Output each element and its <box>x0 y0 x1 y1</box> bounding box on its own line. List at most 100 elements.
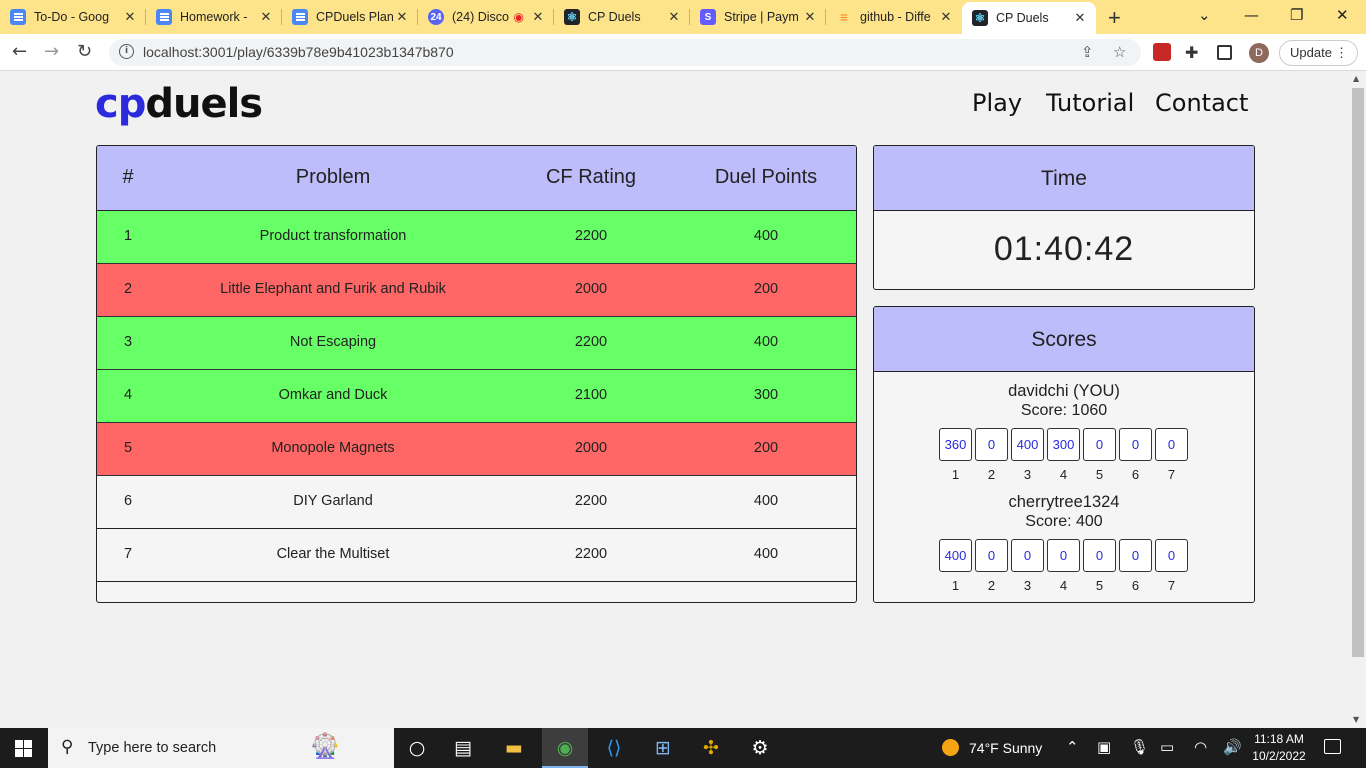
discord-icon: 24 <box>428 9 444 25</box>
table-row[interactable]: 3 Not Escaping 2200 400 <box>97 317 856 370</box>
widgets-icon[interactable]: ▤ <box>440 728 486 768</box>
chrome-icon[interactable]: ◉ <box>542 728 588 768</box>
table-row[interactable]: 1 Product transformation 2200 400 <box>97 211 856 264</box>
microphone-icon[interactable]: 🎙 <box>1130 738 1149 756</box>
back-icon[interactable]: ← <box>12 41 27 62</box>
problem-name[interactable]: Little Elephant and Furik and Rubik <box>183 281 483 297</box>
address-bar[interactable]: i localhost:3001/play/6339b78e9b41023b13… <box>109 39 1141 66</box>
forward-icon[interactable]: → <box>44 41 59 62</box>
tab-discord[interactable]: 24 (24) Disco ◉ ✕ <box>428 2 546 32</box>
table-row[interactable]: 5 Monopole Magnets 2000 200 <box>97 423 856 476</box>
minimize-button[interactable]: — <box>1244 6 1259 24</box>
problem-name[interactable]: Product transformation <box>183 228 483 244</box>
problem-rating: 2200 <box>574 546 608 562</box>
tab-homework[interactable]: Homework - ✕ <box>156 2 274 32</box>
table-row[interactable]: 4 Omkar and Duck 2100 300 <box>97 370 856 423</box>
vscode-icon[interactable]: ⟨⟩ <box>591 728 637 768</box>
tab-title: CP Duels <box>588 10 641 24</box>
logo-duels: duels <box>145 81 263 127</box>
close-icon[interactable]: ✕ <box>1072 10 1088 26</box>
close-icon[interactable]: ✕ <box>802 9 818 25</box>
chevron-up-icon[interactable]: ⌃ <box>1066 738 1079 756</box>
problem-score-box: 0 <box>1155 539 1188 572</box>
network-app-icon[interactable]: ⊞ <box>640 728 686 768</box>
tab-stripe[interactable]: S Stripe | Paym ✕ <box>700 2 818 32</box>
battery-icon[interactable]: ▭ <box>1160 738 1174 756</box>
task-view-icon[interactable]: ○ <box>394 728 440 768</box>
update-label: Update <box>1290 45 1332 60</box>
tab-cpduels[interactable]: ⚛ CP Duels ✕ <box>564 2 682 32</box>
search-icon: ⚲ <box>61 737 74 757</box>
player-name: cherrytree1324 <box>1008 493 1120 511</box>
wifi-icon[interactable]: ◠ <box>1194 738 1207 756</box>
slack-icon[interactable]: ✣ <box>688 728 734 768</box>
scroll-up-icon[interactable]: ▲ <box>1353 74 1359 83</box>
site-logo[interactable]: cpduels <box>95 80 263 128</box>
table-row[interactable]: 7 Clear the Multiset 2200 400 <box>97 529 856 582</box>
tab-title: CP Duels <box>996 11 1049 25</box>
meet-now-icon[interactable]: ▣ <box>1097 738 1111 756</box>
problem-score-box: 0 <box>1083 539 1116 572</box>
table-row[interactable]: 6 DIY Garland 2200 400 <box>97 476 856 529</box>
chevron-down-icon[interactable]: ⌄ <box>1198 6 1211 24</box>
tab-cpduels-plan[interactable]: CPDuels Plan ✕ <box>292 2 410 32</box>
search-highlight-icon: 🎡 <box>310 732 340 760</box>
scrollbar-thumb[interactable] <box>1352 88 1364 657</box>
new-tab-button[interactable]: + <box>1108 5 1121 31</box>
share-icon[interactable]: ⇪ <box>1081 43 1094 61</box>
file-explorer-icon[interactable]: ▬ <box>491 728 537 768</box>
scroll-down-icon[interactable]: ▼ <box>1353 715 1359 724</box>
bookmark-star-icon[interactable]: ☆ <box>1113 43 1126 61</box>
logo-cp: cp <box>95 81 146 127</box>
close-icon[interactable]: ✕ <box>394 9 410 25</box>
site-info-icon[interactable]: i <box>119 44 134 59</box>
extension-icon[interactable] <box>1153 43 1171 61</box>
notification-center-icon[interactable] <box>1324 739 1341 754</box>
browser-tab-strip: To-Do - Goog ✕ Homework - ✕ CPDuels Plan… <box>0 0 1366 34</box>
update-button[interactable]: Update ⋮ <box>1279 40 1358 66</box>
problem-score-box: 400 <box>1011 428 1044 461</box>
player-info: davidchi (YOU) Score: 1060 <box>874 382 1254 420</box>
problem-name[interactable]: Not Escaping <box>183 334 483 350</box>
player-info: cherrytree1324 Score: 400 <box>874 493 1254 531</box>
tab-github[interactable]: ≡ github - Diffe ✕ <box>836 2 954 32</box>
tab-cpduels-active[interactable]: ⚛ CP Duels ✕ <box>962 2 1096 34</box>
more-menu-icon[interactable]: ⋮ <box>1335 41 1348 65</box>
tab-todo[interactable]: To-Do - Goog ✕ <box>10 2 138 32</box>
time-title: Time <box>1041 167 1087 190</box>
puzzle-extensions-icon[interactable]: ✚ <box>1185 43 1203 62</box>
page-scrollbar[interactable]: ▲ ▼ <box>1350 71 1366 728</box>
problem-name[interactable]: DIY Garland <box>183 493 483 509</box>
window-close-button[interactable]: ✕ <box>1336 6 1349 24</box>
taskbar-search-box[interactable]: ⚲ Type here to search 🎡 <box>48 728 394 768</box>
scores-panel: Scores davidchi (YOU) Score: 1060 360 1 0 2 40… <box>873 306 1255 603</box>
close-icon[interactable]: ✕ <box>666 9 682 25</box>
side-panel-icon[interactable] <box>1217 45 1232 60</box>
table-row[interactable]: 2 Little Elephant and Furik and Rubik 2000… <box>97 264 856 317</box>
nav-contact[interactable]: Contact <box>1155 89 1248 117</box>
problem-index-label: 2 <box>987 578 996 593</box>
windows-start-icon[interactable] <box>15 740 32 757</box>
close-icon[interactable]: ✕ <box>122 9 138 25</box>
close-icon[interactable]: ✕ <box>258 9 274 25</box>
problem-number: 4 <box>123 387 133 403</box>
reload-icon[interactable]: ↻ <box>77 41 92 62</box>
weather-widget[interactable]: 74°F Sunny <box>942 739 1042 756</box>
close-icon[interactable]: ✕ <box>530 9 546 25</box>
volume-icon[interactable]: 🔊 <box>1223 738 1242 756</box>
problem-name[interactable]: Omkar and Duck <box>183 387 483 403</box>
problem-name[interactable]: Clear the Multiset <box>183 546 483 562</box>
restore-button[interactable]: ❐ <box>1290 6 1303 24</box>
google-docs-icon <box>292 9 308 25</box>
problem-number: 2 <box>123 281 133 297</box>
header-duel-points: Duel Points <box>714 166 818 188</box>
problem-name[interactable]: Monopole Magnets <box>183 440 483 456</box>
close-icon[interactable]: ✕ <box>938 9 954 25</box>
problem-points: 400 <box>753 334 779 350</box>
nav-tutorial[interactable]: Tutorial <box>1046 89 1134 117</box>
url-text[interactable]: localhost:3001/play/6339b78e9b41023b1347… <box>143 44 454 60</box>
system-clock[interactable]: 11:18 AM 10/2/2022 <box>1244 731 1314 765</box>
nav-play[interactable]: Play <box>972 89 1022 117</box>
avatar[interactable]: D <box>1249 43 1269 63</box>
settings-gear-icon[interactable]: ⚙ <box>737 728 783 768</box>
